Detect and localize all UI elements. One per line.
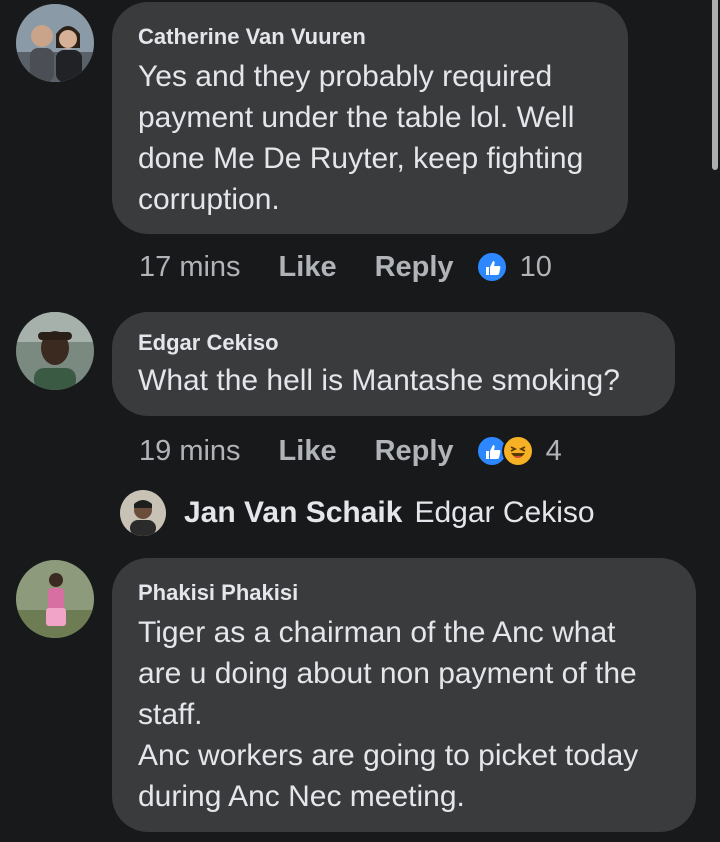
comments-feed: Catherine Van Vuuren Yes and they probab… [0, 0, 720, 842]
avatar-photo-woman [16, 560, 94, 638]
comment-timestamp[interactable]: 17 mins [139, 251, 241, 284]
avatar-photo-man [16, 312, 94, 390]
avatar[interactable] [16, 312, 94, 390]
comment-timestamp[interactable]: 19 mins [139, 435, 241, 468]
reply-button[interactable]: Reply [375, 251, 454, 284]
reply-author[interactable]: Jan Van Schaik [184, 496, 402, 530]
reply-preview[interactable]: Jan Van Schaik Edgar Cekiso [120, 489, 595, 537]
comment-text: Yes and they probably required payment u… [138, 56, 602, 220]
comment-author[interactable]: Edgar Cekiso [138, 330, 649, 356]
comment-line: staff. [138, 698, 203, 731]
thumbs-up-icon [485, 261, 501, 275]
comment-bubble: Catherine Van Vuuren Yes and they probab… [112, 2, 628, 234]
comment-line: Tiger as a chairman of the Anc what [138, 616, 616, 649]
avatar-photo-reply [120, 490, 166, 536]
scrollbar-thumb[interactable] [712, 0, 718, 170]
avatar[interactable] [16, 4, 94, 82]
comment-line: Yes and they probably required [138, 60, 553, 93]
haha-icon[interactable] [501, 435, 534, 467]
avatar[interactable] [16, 560, 94, 638]
comment-line: corruption. [138, 183, 280, 216]
like-button[interactable]: Like [279, 435, 337, 468]
comment-meta: 17 mins Like Reply 10 [139, 247, 552, 287]
comment-bubble: Edgar Cekiso What the hell is Mantashe s… [112, 312, 675, 416]
avatar[interactable] [120, 490, 166, 536]
comment-line: done Me De Ruyter, keep fighting [138, 142, 584, 175]
comment-author[interactable]: Catherine Van Vuuren [138, 24, 602, 50]
reaction-count[interactable]: 4 [546, 435, 562, 468]
laughing-face-icon [510, 446, 525, 458]
like-icon[interactable] [475, 251, 508, 283]
comment-bubble: Phakisi Phakisi Tiger as a chairman of t… [112, 558, 696, 832]
reply-mention: Edgar Cekiso [414, 496, 595, 529]
reply-button[interactable]: Reply [375, 435, 454, 468]
comment-line: Anc workers are going to picket today [138, 739, 639, 772]
thumbs-up-icon [485, 445, 501, 459]
comment-line: during Anc Nec meeting. [138, 780, 465, 813]
comment-meta: 19 mins Like Reply 4 [139, 431, 562, 471]
comment-text: Tiger as a chairman of the Anc what are … [138, 612, 670, 817]
scrollbar[interactable] [710, 0, 720, 170]
like-button[interactable]: Like [279, 251, 337, 284]
comment-author[interactable]: Phakisi Phakisi [138, 580, 670, 606]
comment-line: payment under the table lol. Well [138, 101, 575, 134]
reaction-count[interactable]: 10 [520, 251, 552, 284]
avatar-photo-couple [16, 4, 94, 82]
comment-text: What the hell is Mantashe smoking? [138, 364, 620, 397]
comment-line: are u doing about non payment of the [138, 657, 637, 690]
